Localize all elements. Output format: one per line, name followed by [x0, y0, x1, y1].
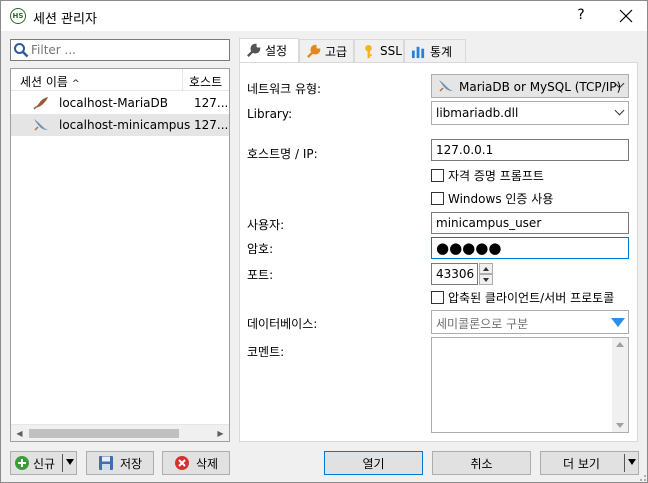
compressed-protocol-checkbox[interactable]: 압축된 클라이언트/서버 프로토콜 — [431, 289, 614, 306]
split-divider — [62, 454, 63, 472]
session-host: 127.... — [194, 118, 230, 132]
mariadb-disconnected-icon — [34, 119, 48, 131]
password-mask: ●●●●● — [436, 239, 502, 257]
password-label: 암호: — [247, 242, 274, 256]
scroll-up-icon[interactable] — [616, 342, 624, 347]
port-stepper[interactable]: 43306 — [431, 263, 493, 285]
windows-auth-label: Windows 인증 사용 — [448, 192, 554, 206]
list-item[interactable]: localhost-MariaDB 127.... — [11, 92, 229, 114]
mariadb-icon — [33, 97, 48, 110]
list-item[interactable]: localhost-minicampus 127.... — [11, 114, 229, 136]
user-input[interactable]: minicampus_user — [431, 212, 629, 234]
split-divider — [624, 454, 625, 472]
session-name: localhost-minicampus — [59, 118, 191, 132]
scroll-thumb[interactable] — [29, 429, 179, 438]
port-input[interactable]: 43306 — [431, 263, 478, 285]
stepper-up-icon[interactable] — [479, 263, 493, 274]
close-icon — [619, 9, 633, 23]
bar-chart-icon — [411, 46, 425, 58]
tab-label: 설정 — [265, 44, 288, 58]
new-session-button[interactable]: 신규 — [10, 451, 77, 475]
column-header-session-name[interactable]: 세션 이름 ^ — [11, 69, 183, 91]
scroll-right-icon[interactable]: ▶ — [212, 425, 229, 441]
delete-button[interactable]: 삭제 — [162, 451, 230, 475]
network-type-label: 네트워크 유형: — [247, 82, 322, 96]
cancel-button[interactable]: 취소 — [432, 451, 531, 475]
checkbox-box[interactable] — [431, 192, 444, 205]
user-label: 사용자: — [247, 218, 285, 232]
tab-label: 통계 — [430, 44, 453, 59]
chevron-down-icon[interactable] — [66, 459, 74, 465]
session-list[interactable]: 세션 이름 ^ 호스트 localhost-MariaDB 127.... loc… — [10, 68, 230, 442]
key-icon — [365, 44, 372, 58]
horizontal-scrollbar[interactable]: ◀ ▶ — [11, 424, 229, 441]
window-title: 세션 관리자 — [33, 12, 97, 27]
tab-settings[interactable]: 설정 — [239, 38, 299, 62]
scroll-down-icon[interactable] — [616, 423, 624, 428]
host-label: 호스트명 / IP: — [247, 147, 318, 161]
session-name: localhost-MariaDB — [59, 96, 168, 110]
database-placeholder: 세미콜론으로 구분 — [436, 317, 529, 331]
title-bar: HS 세션 관리자 ? — [1, 1, 647, 31]
comment-label: 코멘트: — [247, 345, 285, 359]
column-header-label: 세션 이름 — [20, 75, 68, 89]
dropdown-arrow-icon[interactable] — [611, 318, 625, 327]
filter-input[interactable] — [31, 42, 227, 58]
save-icon — [98, 456, 113, 470]
resize-grip-icon[interactable] — [637, 472, 647, 482]
windows-auth-checkbox[interactable]: Windows 인증 사용 — [431, 190, 553, 207]
app-logo-icon: HS — [10, 8, 26, 24]
chevron-down-icon[interactable] — [628, 459, 636, 465]
more-button-label: 더 보기 — [563, 456, 600, 471]
settings-panel: 네트워크 유형: MariaDB or MySQL (TCP/IP) Libra… — [239, 62, 638, 442]
open-button[interactable]: 열기 — [324, 451, 423, 475]
session-host: 127.... — [194, 96, 230, 110]
host-input[interactable]: 127.0.0.1 — [431, 139, 629, 161]
checkbox-box[interactable] — [431, 169, 444, 182]
search-icon — [14, 43, 29, 58]
vertical-scrollbar[interactable] — [612, 338, 628, 432]
session-manager-window: HS 세션 관리자 ? 세션 이름^ 호스트 localhost-MariaDB — [0, 0, 648, 483]
port-label: 포트: — [247, 268, 274, 282]
compressed-protocol-label: 압축된 클라이언트/서버 프로토콜 — [448, 291, 615, 305]
save-button-label: 저장 — [119, 456, 143, 471]
tab-label: 고급 — [325, 44, 348, 59]
comment-textarea[interactable] — [431, 337, 629, 433]
close-button[interactable] — [616, 5, 636, 25]
database-select[interactable]: 세미콜론으로 구분 — [431, 310, 629, 334]
prompt-credentials-checkbox[interactable]: 자격 증명 프롬프트 — [431, 167, 544, 184]
tab-statistics[interactable]: 통계 — [404, 39, 466, 62]
network-type-select[interactable]: MariaDB or MySQL (TCP/IP) — [431, 74, 629, 98]
wrench-icon — [247, 43, 261, 57]
sort-asc-icon: ^ — [71, 79, 80, 89]
prompt-credentials-label: 자격 증명 프롬프트 — [448, 169, 544, 183]
network-type-value: MariaDB or MySQL (TCP/IP) — [459, 80, 622, 94]
list-header: 세션 이름 ^ 호스트 — [11, 69, 229, 91]
more-button[interactable]: 더 보기 — [540, 451, 639, 475]
delete-icon — [174, 456, 189, 470]
library-label: Library: — [247, 107, 293, 121]
delete-button-label: 삭제 — [195, 456, 219, 471]
database-label: 데이터베이스: — [247, 317, 318, 331]
tab-ssl[interactable]: SSL — [354, 39, 404, 62]
new-button-label: 신규 — [33, 456, 56, 471]
plus-circle-icon — [15, 456, 29, 470]
help-button[interactable]: ? — [573, 7, 589, 25]
library-value: libmariadb.dll — [436, 106, 519, 120]
save-button[interactable]: 저장 — [86, 451, 154, 475]
library-select[interactable]: libmariadb.dll — [431, 101, 629, 125]
stepper-down-icon[interactable] — [479, 274, 493, 285]
mariadb-icon — [439, 80, 453, 92]
chevron-down-icon — [614, 105, 625, 116]
checkbox-box[interactable] — [431, 291, 444, 304]
filter-box — [10, 39, 230, 61]
scroll-left-icon[interactable]: ◀ — [11, 425, 28, 441]
tab-advanced[interactable]: 고급 — [299, 39, 354, 62]
column-header-host[interactable]: 호스트 — [189, 69, 229, 91]
password-input[interactable]: ●●●●● — [431, 237, 629, 259]
wrench-orange-icon — [307, 44, 321, 58]
tab-label: SSL — [380, 44, 402, 58]
